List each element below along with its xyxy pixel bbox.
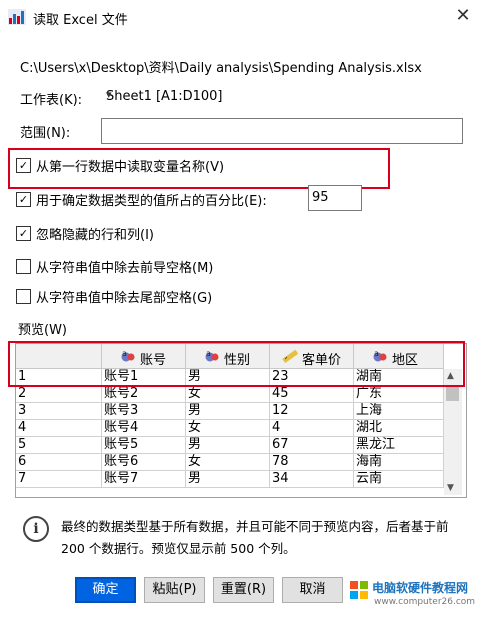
checkbox-percent-values[interactable]: ✓ [16, 192, 31, 207]
row-number: 3 [16, 403, 102, 420]
range-input[interactable] [101, 118, 463, 144]
title-bar: 读取 Excel 文件 ✕ [0, 0, 480, 34]
cell-region: 云南 [354, 471, 444, 488]
option-trim-leading-label: 从字符串值中除去前导空格(M) [36, 261, 214, 276]
row-number: 6 [16, 454, 102, 471]
cell-region: 湖北 [354, 420, 444, 437]
cell-account: 账号7 [102, 471, 186, 488]
info-icon: i [23, 516, 49, 542]
cell-account: 账号5 [102, 437, 186, 454]
cell-gender: 女 [186, 386, 270, 403]
close-icon[interactable]: ✕ [452, 5, 474, 27]
option-trim-leading[interactable]: 从字符串值中除去前导空格(M) [16, 257, 256, 277]
percent-input[interactable]: 95 [308, 185, 362, 211]
row-number: 5 [16, 437, 102, 454]
scrollbar-thumb[interactable] [446, 387, 459, 401]
windows-logo-icon [350, 581, 368, 599]
cell-region: 黑龙江 [354, 437, 444, 454]
cell-gender: 女 [186, 420, 270, 437]
checkbox-ignore-hidden[interactable]: ✓ [16, 226, 31, 241]
cell-account: 账号4 [102, 420, 186, 437]
watermark-url: www.computer26.com [374, 597, 476, 607]
checkbox-trim-trailing[interactable] [16, 289, 31, 304]
worksheet-label: 工作表(K): [20, 93, 83, 108]
row-number: 7 [16, 471, 102, 488]
cell-price: 12 [270, 403, 354, 420]
checkbox-trim-leading[interactable] [16, 259, 31, 274]
chevron-down-icon: ▾ [106, 88, 112, 101]
row-number: 4 [16, 420, 102, 437]
cell-region: 海南 [354, 454, 444, 471]
cell-price: 67 [270, 437, 354, 454]
range-label: 范围(N): [20, 126, 71, 141]
option-trim-trailing[interactable]: 从字符串值中除去尾部空格(G) [16, 287, 256, 307]
reset-button[interactable]: 重置(R) [213, 577, 274, 603]
cell-gender: 男 [186, 437, 270, 454]
cell-price: 78 [270, 454, 354, 471]
cell-gender: 男 [186, 471, 270, 488]
cell-account: 账号2 [102, 386, 186, 403]
cell-account: 账号3 [102, 403, 186, 420]
option-ignore-hidden[interactable]: ✓ 忽略隐藏的行和列(I) [16, 224, 216, 244]
worksheet-select[interactable]: Sheet1 [A1:D100] ▾ [101, 86, 461, 108]
highlight-box-option [8, 148, 390, 189]
cell-region: 上海 [354, 403, 444, 420]
cell-price: 4 [270, 420, 354, 437]
option-trim-trailing-label: 从字符串值中除去尾部空格(G) [36, 291, 213, 306]
row-number: 2 [16, 386, 102, 403]
cell-price: 34 [270, 471, 354, 488]
watermark: 电脑软硬件教程网 www.computer26.com [350, 577, 477, 613]
cell-region: 广东 [354, 386, 444, 403]
file-path: C:\Users\x\Desktop\资料\Daily analysis\Spe… [20, 61, 422, 76]
cancel-button[interactable]: 取消 [282, 577, 343, 603]
paste-button[interactable]: 粘贴(P) [144, 577, 205, 603]
info-text: 最终的数据类型基于所有数据，并且可能不同于预览内容，后者基于前 200 个数据行… [61, 519, 449, 556]
cell-account: 账号6 [102, 454, 186, 471]
option-percent-values[interactable]: ✓ 用于确定数据类型的值所占的百分比(E): [16, 190, 306, 210]
cell-gender: 男 [186, 403, 270, 420]
spss-app-icon [8, 9, 26, 25]
option-percent-values-label: 用于确定数据类型的值所占的百分比(E): [36, 194, 267, 209]
cell-price: 45 [270, 386, 354, 403]
window-title: 读取 Excel 文件 [33, 13, 128, 28]
option-ignore-hidden-label: 忽略隐藏的行和列(I) [36, 228, 154, 243]
vertical-scrollbar[interactable]: ▲ ▼ [444, 369, 462, 495]
preview-label: 预览(W) [18, 323, 67, 338]
cell-gender: 女 [186, 454, 270, 471]
ok-button[interactable]: 确定 [75, 577, 136, 603]
scroll-down-icon[interactable]: ▼ [447, 483, 454, 493]
highlight-box-header [8, 341, 465, 387]
watermark-title: 电脑软硬件教程网 [372, 581, 469, 595]
